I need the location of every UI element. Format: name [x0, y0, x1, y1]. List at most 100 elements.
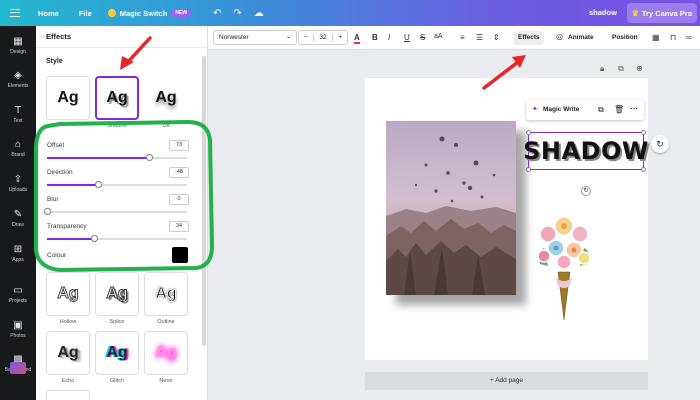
rail-item-label: Elements [7, 83, 29, 89]
style-none-card[interactable]: Ag [46, 76, 90, 120]
rail-item-label: Design [10, 49, 26, 55]
font-family-value: Norwester [219, 34, 249, 41]
font-family-select[interactable]: Norwester ⌄ [213, 30, 297, 45]
home-link[interactable]: Home [38, 9, 59, 18]
paint-roller-icon[interactable]: ⊓ [670, 33, 676, 42]
rotate-handle-icon[interactable]: ↻ [581, 186, 591, 196]
style-splice-card[interactable]: Ag [95, 272, 139, 316]
style-hollow-card[interactable]: Ag [46, 272, 90, 316]
left-rail: ▦ Design ◈ Elements T Text ⌂ Brand ⇪ Upl… [0, 26, 36, 400]
add-page-button[interactable]: + Add page [365, 372, 648, 390]
style-sample: Ag [106, 285, 128, 303]
format-toolbar: Norwester ⌄ − 32 + A B I U S aA ≡ ☰ ⇕ Ef… [208, 26, 700, 50]
document-title[interactable]: shadow [589, 8, 617, 17]
redo-icon[interactable]: ↷ [233, 8, 241, 19]
underline-icon[interactable]: U [404, 33, 410, 42]
spacing-icon[interactable]: ⇕ [493, 33, 500, 42]
grid-icon: ▦ [13, 36, 23, 47]
try-canva-pro-button[interactable]: ♛ Try Canva Pro [627, 3, 697, 23]
rail-item-draw[interactable]: ✎ Draw [0, 209, 36, 228]
flower-bouquet-image[interactable] [534, 212, 594, 324]
offset-slider-thumb[interactable] [145, 154, 153, 161]
try-canva-pro-label: Try Canva Pro [641, 8, 693, 18]
chevron-down-icon: ⌄ [285, 34, 291, 40]
animate-icon: ◎ [556, 32, 563, 41]
font-size-input[interactable]: 32 [312, 34, 334, 41]
offset-slider[interactable] [47, 157, 187, 159]
uppercase-icon[interactable]: aA [434, 33, 443, 40]
more-apps-icon[interactable] [10, 362, 26, 374]
rail-item-text[interactable]: T Text [0, 105, 36, 124]
undo-icon[interactable]: ↶ [213, 8, 221, 19]
font-size-stepper[interactable]: − 32 + [298, 30, 348, 45]
position-button[interactable]: Position [608, 31, 642, 45]
style-outline-card[interactable]: Ag [144, 272, 188, 316]
style-more-card[interactable] [46, 390, 90, 400]
colour-swatch[interactable] [172, 247, 188, 263]
rail-item-label: Projects [8, 298, 28, 304]
folder-icon: ▭ [13, 285, 23, 296]
resize-handle[interactable] [526, 130, 531, 135]
magic-write-button[interactable]: Magic Write [543, 106, 579, 113]
menu-icon[interactable] [10, 9, 20, 17]
panel-title: Effects [36, 26, 207, 48]
file-menu[interactable]: File [79, 9, 92, 18]
style-label-outline: Outline [157, 319, 175, 325]
italic-icon[interactable]: I [388, 33, 390, 42]
rail-item-apps[interactable]: ⊞ Apps [0, 244, 36, 263]
rail-item-brand[interactable]: ⌂ Brand [0, 139, 36, 158]
list-icon[interactable]: ☰ [476, 33, 483, 42]
animate-button[interactable]: Animate [564, 31, 598, 45]
new-badge: NEW [171, 9, 191, 17]
font-size-decrease-button[interactable]: − [299, 34, 313, 41]
blur-slider-thumb[interactable] [43, 208, 51, 215]
rail-item-elements[interactable]: ◈ Elements [0, 70, 36, 89]
style-echo-card[interactable]: Ag [46, 331, 90, 375]
rail-item-label: Photos [10, 333, 26, 339]
style-neon-card[interactable]: Ag [144, 331, 188, 375]
transparency-slider-fill [47, 238, 95, 240]
transparency-value[interactable]: 34 [169, 221, 189, 232]
direction-label: Direction [47, 169, 73, 176]
magic-switch-button[interactable]: Magic Switch NEW [107, 9, 191, 18]
refresh-icon[interactable]: ↻ [651, 135, 669, 153]
resize-handle[interactable] [641, 130, 646, 135]
add-page-icon[interactable]: ⊕ [636, 64, 643, 73]
align-center-icon[interactable]: ≡ [460, 33, 465, 42]
resize-handle[interactable] [526, 167, 531, 172]
duplicate-page-icon[interactable]: ⧉ [618, 64, 624, 74]
lock-icon[interactable]: 🔒︎ [600, 64, 604, 74]
transparency-icon[interactable]: ▦ [652, 33, 660, 42]
rail-item-design[interactable]: ▦ Design [0, 36, 36, 55]
style-sample: Ag [106, 89, 128, 106]
crown-icon: ♛ [631, 8, 639, 18]
duplicate-icon[interactable]: ⧉ [598, 105, 604, 115]
bold-icon[interactable]: B [372, 33, 378, 42]
link-icon[interactable]: ∞ [686, 33, 692, 42]
resize-handle[interactable] [641, 167, 646, 172]
strikethrough-icon[interactable]: S [420, 33, 425, 42]
more-options-icon[interactable]: ⋯ [630, 104, 638, 113]
blur-value[interactable]: 0 [169, 194, 189, 205]
font-size-increase-button[interactable]: + [333, 34, 347, 41]
cloud-save-icon[interactable]: ☁ [254, 8, 264, 19]
rail-item-projects[interactable]: ▭ Projects [0, 285, 36, 304]
offset-value[interactable]: 73 [169, 140, 189, 151]
rail-item-label: Uploads [8, 187, 28, 193]
text-color-icon[interactable]: A [354, 33, 360, 44]
direction-slider-fill [47, 184, 99, 186]
direction-slider[interactable] [47, 184, 187, 186]
panel-scrollbar[interactable] [202, 56, 206, 346]
style-lift-card[interactable]: Ag [144, 76, 188, 120]
transparency-slider[interactable] [47, 238, 187, 240]
rail-item-photos[interactable]: ▣ Photos [0, 320, 36, 339]
rail-item-uploads[interactable]: ⇪ Uploads [0, 174, 36, 193]
blur-slider[interactable] [47, 211, 187, 213]
style-shadow-card[interactable]: Ag [95, 76, 139, 120]
shadow-text-element[interactable]: SHADOW [523, 132, 648, 170]
effects-button[interactable]: Effects [514, 31, 544, 45]
delete-icon[interactable]: 🗑︎ [614, 105, 624, 114]
balloon-photo[interactable] [386, 121, 516, 295]
style-glitch-card[interactable]: Ag [95, 331, 139, 375]
direction-value[interactable]: -48 [169, 167, 189, 178]
